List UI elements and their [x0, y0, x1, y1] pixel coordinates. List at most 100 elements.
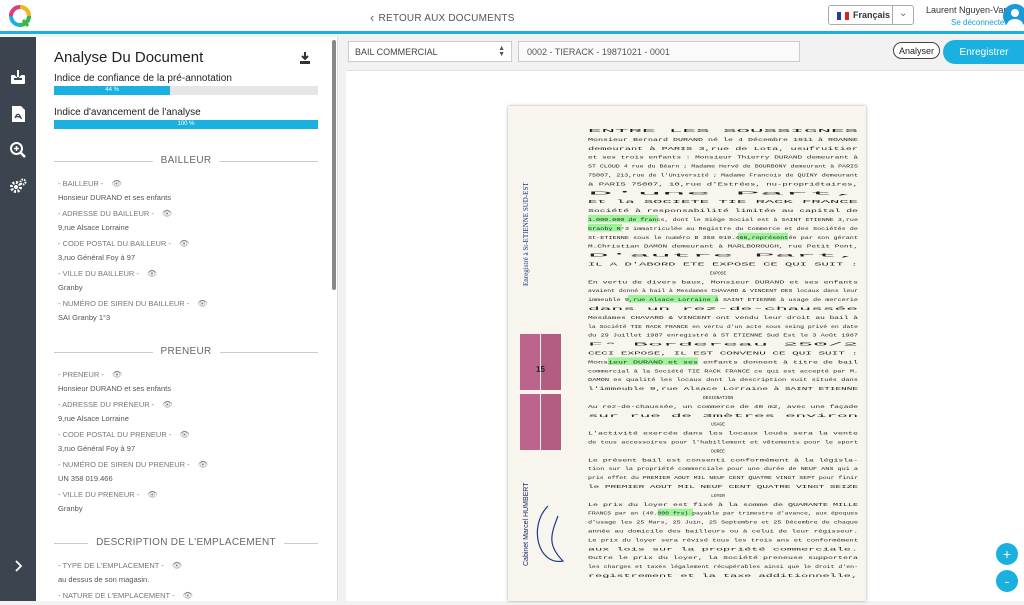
eye-icon[interactable]: 👁 — [179, 239, 189, 248]
field-label: - NUMÉRO DE SIREN DU PRENEUR - — [58, 460, 190, 469]
document-text-line: Monsieur DURAND et ses enfants donnent à… — [588, 359, 858, 365]
document-text-line: Le prix du loyer est fixé à la somme de … — [588, 502, 858, 508]
document-reference-field[interactable]: 0002 - TIERACK - 19871021 - 0001 — [518, 41, 800, 62]
field-value[interactable]: 3,ruo Général Foy à 97 — [58, 253, 328, 262]
panel-scrollbar[interactable] — [332, 40, 336, 290]
document-text-line: FRANCS par an (40.000 frs) payable par t… — [588, 511, 858, 517]
document-text-line: Et la SOCIETE TIE RACK FRANCE — [588, 199, 859, 205]
field-nature-emplacement: - NATURE DE L'EMPLACEMENT - 👁 — [58, 591, 328, 605]
document-text-line: Monsieur Bernard DURAND né le 4 Décembre… — [588, 137, 858, 143]
eye-icon[interactable]: 👁 — [162, 209, 172, 218]
eye-icon[interactable]: 👁 — [172, 561, 182, 570]
document-text-line: de tous accessoires pour l'habillement e… — [588, 440, 858, 446]
eye-icon[interactable]: 👁 — [111, 179, 121, 188]
document-text-line: DESIGNATION — [703, 395, 734, 401]
zoom-in-button[interactable]: + — [996, 543, 1018, 565]
logout-link[interactable]: Se déconnecter — [951, 18, 1007, 27]
eye-icon[interactable]: 👁 — [147, 269, 157, 278]
chevron-left-icon: ‹ — [370, 10, 375, 25]
scanned-document-page[interactable]: Enregistré à St-ETIENNE SUD-EST 15 Cabin… — [508, 106, 866, 601]
section-preneur: PRENEUR — [54, 346, 318, 358]
user-avatar-icon[interactable] — [1003, 4, 1024, 28]
field-value[interactable]: 3,ruo Général Foy à 97 — [58, 444, 328, 453]
field-preneur: - PRENEUR - 👁 Honsieur DURAND et ses enfa… — [58, 370, 328, 393]
document-text-line: année au domicile des bailleurs ou à cel… — [588, 529, 858, 535]
field-label: - CODE POSTAL DU BAILLEUR - — [58, 239, 171, 248]
document-text-line: aux lois sur la propriété commerciale. — [588, 546, 858, 552]
field-adresse-preneur: - ADRESSE DU PRENEUR - 👁 9,rue Alsace Lor… — [58, 400, 328, 423]
confidence-label: Indice de confiance de la pré-annotation — [54, 73, 232, 84]
eye-icon[interactable]: 👁 — [147, 490, 157, 499]
field-label: - TYPE DE L'EMPLACEMENT - — [58, 561, 164, 570]
inbox-download-icon[interactable] — [9, 69, 27, 87]
document-text-line: Au rez-de-chaussée, un commerce de 40 m2… — [588, 404, 858, 410]
document-text-line: la Société TIE RACK FRANCE en vertu d'un… — [588, 324, 858, 330]
field-value[interactable]: Granby — [58, 504, 328, 513]
field-siren-bailleur: - NUMÉRO DE SIREN DU BAILLEUR - 👁 SAI Gra… — [58, 299, 328, 322]
margin-stamp: Enregistré à St-ETIENNE SUD-EST — [522, 182, 530, 286]
section-description-emplacement: DESCRIPTION DE L'EMPLACEMENT — [54, 537, 318, 549]
field-value[interactable]: SAI Granby 1°3 — [58, 313, 328, 322]
document-text-line: L'activité exercée dans les locaux loués… — [588, 431, 858, 437]
document-text-line: DUREE — [711, 448, 725, 454]
eye-icon[interactable]: 👁 — [112, 370, 122, 379]
document-text-line: tion sur la propriété commerciale pour u… — [588, 466, 858, 472]
eye-icon[interactable]: 👁 — [183, 591, 193, 600]
eye-icon[interactable]: 👁 — [179, 430, 189, 439]
document-text-line: D'une Part, — [588, 190, 858, 196]
search-zoom-icon[interactable] — [9, 141, 27, 159]
document-text-line: St-ETIENNE sous le numéro B 358 019.466,… — [588, 235, 858, 241]
side-stamp: Cabinet Marcel HUMBERT — [523, 482, 530, 566]
field-value[interactable]: 9,rue Alsace Lorraine — [58, 414, 328, 423]
document-text-line: EXPOSE — [710, 270, 727, 276]
pdf-file-icon[interactable] — [9, 105, 27, 123]
chevron-down-icon[interactable]: ⌄ — [899, 8, 907, 19]
field-label: - VILLE DU BAILLEUR - — [58, 269, 139, 278]
field-value[interactable]: 9,rue Alsace Lorraine — [58, 223, 328, 232]
field-value[interactable]: Granby — [58, 283, 328, 292]
confidence-bar: 44 % — [54, 86, 318, 95]
document-type-select[interactable]: BAIL COMMERCIAL ▲ ▼ — [348, 41, 512, 62]
section-title: BAILLEUR — [152, 155, 220, 166]
document-text-line: ST CLOUD 4 rue du Béarn ; Madame Hervé d… — [588, 164, 858, 170]
save-button[interactable]: Enregistrer — [943, 40, 1024, 64]
eye-icon[interactable]: 👁 — [197, 299, 207, 308]
field-adresse-bailleur: - ADRESSE DU BAILLEUR - 👁 9,rue Alsace Lo… — [58, 209, 328, 232]
chevron-right-icon[interactable] — [9, 557, 27, 575]
field-code-postal-preneur: - CODE POSTAL DU PRENEUR - 👁 3,ruo Généra… — [58, 430, 328, 453]
field-label: - VILLE DU PRENEUR - — [58, 490, 140, 499]
field-value[interactable]: Honsieur DURAND et ses enfants — [58, 384, 328, 393]
document-text-line: à PARIS 75007, 10,rue d'Estrées, nu-prop… — [588, 181, 858, 187]
document-text-line: ENTRE LES SOUSSIGNES — [588, 128, 859, 134]
svg-text:15: 15 — [536, 365, 545, 374]
settings-gears-icon[interactable] — [9, 177, 27, 195]
section-title: DESCRIPTION DE L'EMPLACEMENT — [88, 537, 284, 548]
panel-title: Analyse Du Document — [54, 49, 204, 66]
eye-icon[interactable]: 👁 — [162, 400, 172, 409]
top-bar: ‹ RETOUR AUX DOCUMENTS Français ⌄ Laurent… — [0, 0, 1024, 34]
select-arrows-icon: ▲ ▼ — [498, 45, 505, 58]
eye-icon[interactable]: 👁 — [198, 460, 208, 469]
document-text-line: Outre le prix du loyer, la Société prene… — [588, 555, 858, 561]
language-selector[interactable]: Français ⌄ — [828, 5, 914, 25]
language-label: Français — [853, 10, 891, 20]
download-icon[interactable] — [298, 51, 312, 65]
document-text-line: Le présent bail est consenti conformémen… — [588, 457, 858, 463]
document-text-line: F° Bordereau 250/2 — [588, 342, 859, 348]
document-text-line: d'usage les 25 Mars, 25 Juin, 25 Septemb… — [588, 520, 858, 526]
zoom-out-button[interactable]: - — [996, 570, 1018, 592]
field-label: - NATURE DE L'EMPLACEMENT - — [58, 591, 175, 600]
document-text-line: 1.000.000 de francs, dont le Siège Socia… — [588, 217, 858, 223]
field-value[interactable]: UN 358 019.466 — [58, 474, 328, 483]
app-logo-icon[interactable] — [8, 4, 32, 28]
document-text-line: M.Christian DAMON demeurant à MARLBOROUG… — [588, 244, 858, 250]
progress-bar-fill: 100 % — [54, 120, 318, 129]
back-to-documents-link[interactable]: ‹ RETOUR AUX DOCUMENTS — [370, 10, 515, 25]
field-ville-bailleur: - VILLE DU BAILLEUR - 👁 Granby — [58, 269, 328, 292]
document-text-line: 75007, 213,rue de l'Université ; Madame … — [588, 173, 858, 179]
field-type-emplacement: - TYPE DE L'EMPLACEMENT - 👁 au dessus de … — [58, 561, 328, 584]
analyze-button[interactable]: Analyser — [893, 42, 940, 59]
left-rail — [0, 37, 36, 601]
field-value[interactable]: Honsieur DURAND et ses enfants — [58, 193, 328, 202]
field-value[interactable]: au dessus de son magasin. — [58, 575, 328, 584]
